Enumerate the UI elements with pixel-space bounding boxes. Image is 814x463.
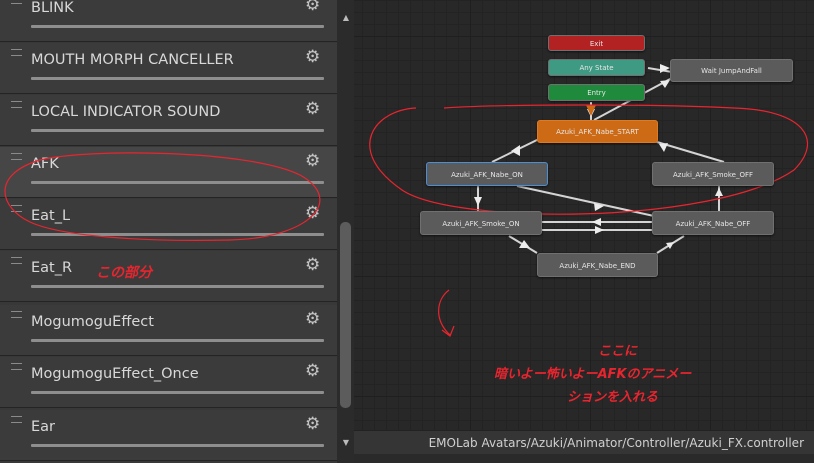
- transition-arrow-icon: [511, 145, 520, 156]
- controller-path-bar: EMOLab Avatars/Azuki/Animator/Controller…: [354, 430, 814, 455]
- gear-icon[interactable]: ⚙: [305, 363, 320, 380]
- layer-row-ear[interactable]: Ear ⚙: [0, 410, 337, 461]
- layer-name: Eat_R: [31, 260, 73, 276]
- weight-slider[interactable]: [31, 233, 324, 236]
- annotation-this-part: この部分: [96, 265, 152, 281]
- gear-icon[interactable]: ⚙: [305, 49, 320, 66]
- weight-slider[interactable]: [31, 25, 324, 28]
- layer-name: BLINK: [31, 0, 74, 16]
- drag-handle-icon[interactable]: [11, 416, 22, 423]
- annotation-arrow: [438, 289, 455, 337]
- weight-slider[interactable]: [31, 181, 324, 184]
- drag-handle-icon[interactable]: [11, 363, 22, 370]
- layer-name: Eat_L: [31, 208, 71, 224]
- weight-slider[interactable]: [31, 444, 324, 447]
- layer-row-afk[interactable]: AFK ⚙: [0, 147, 337, 198]
- layer-name: MogumoguEffect: [31, 314, 154, 330]
- transition-line[interactable]: [646, 138, 725, 163]
- layer-row-blink[interactable]: BLINK ⚙: [0, 0, 337, 42]
- weight-slider[interactable]: [31, 129, 324, 132]
- bottom-strip: [354, 454, 814, 463]
- layer-row-mogumogueffect-once[interactable]: MogumoguEffect_Once ⚙: [0, 357, 337, 408]
- transition-arrow-icon: [474, 197, 482, 206]
- state-wait-jump-and-fall[interactable]: Wait JumpAndFall: [670, 59, 793, 82]
- layer-row-mogumogueffect[interactable]: MogumoguEffect ⚙: [0, 305, 337, 356]
- gear-icon[interactable]: ⚙: [305, 311, 320, 328]
- drag-handle-icon[interactable]: [11, 257, 22, 264]
- annotation-here-line1: ここに: [598, 344, 638, 359]
- transition-arrow-icon: [592, 218, 601, 226]
- drag-handle-icon[interactable]: [11, 205, 22, 212]
- state-afk-smoke-on[interactable]: Azuki_AFK_Smoke_ON: [420, 211, 542, 235]
- transition-arrow-icon: [659, 143, 668, 152]
- drag-handle-icon[interactable]: [11, 153, 22, 160]
- annotation-here-line2: 暗いよー怖いよーAFKのアニメー: [494, 367, 692, 382]
- layer-name: AFK: [31, 156, 59, 172]
- gear-icon[interactable]: ⚙: [305, 101, 320, 118]
- weight-slider[interactable]: [31, 391, 324, 394]
- annotation-here-line3: ションを入れる: [567, 390, 659, 405]
- state-exit[interactable]: Exit: [548, 35, 645, 51]
- weight-slider[interactable]: [31, 285, 324, 288]
- scroll-down-arrow-icon[interactable]: ▼: [341, 438, 351, 447]
- drag-handle-icon[interactable]: [11, 311, 22, 318]
- state-afk-nabe-end[interactable]: Azuki_AFK_Nabe_END: [537, 253, 658, 277]
- gear-icon[interactable]: ⚙: [305, 205, 320, 222]
- gear-icon[interactable]: ⚙: [305, 257, 320, 274]
- entry-marker-icon: [586, 105, 596, 116]
- state-afk-smoke-off[interactable]: Azuki_AFK_Smoke_OFF: [652, 162, 774, 186]
- gear-icon[interactable]: ⚙: [305, 416, 320, 433]
- layer-row-eat-l[interactable]: Eat_L ⚙: [0, 199, 337, 250]
- weight-slider[interactable]: [31, 77, 324, 80]
- state-any-state[interactable]: Any State: [548, 59, 645, 76]
- transition-arrow-icon: [715, 188, 723, 196]
- layer-row-mouth-morph-canceller[interactable]: MOUTH MORPH CANCELLER ⚙: [0, 43, 337, 94]
- controller-path: EMOLab Avatars/Azuki/Animator/Controller…: [428, 436, 804, 450]
- scroll-up-arrow-icon[interactable]: ▲: [341, 13, 351, 22]
- layer-name: MogumoguEffect_Once: [31, 366, 199, 382]
- layer-name: MOUTH MORPH CANCELLER: [31, 52, 234, 68]
- transition-arrow-icon: [595, 226, 604, 234]
- state-entry[interactable]: Entry: [548, 84, 645, 101]
- layer-row-eat-r[interactable]: Eat_R ⚙: [0, 251, 337, 302]
- layer-row-local-indicator-sound[interactable]: LOCAL INDICATOR SOUND ⚙: [0, 95, 337, 146]
- state-afk-nabe-start[interactable]: Azuki_AFK_Nabe_START: [537, 120, 658, 143]
- layer-name: Ear: [31, 419, 56, 435]
- gear-icon[interactable]: ⚙: [305, 153, 320, 170]
- drag-handle-icon[interactable]: [11, 49, 22, 56]
- drag-handle-icon[interactable]: [11, 0, 22, 4]
- layers-panel: BLINK ⚙ MOUTH MORPH CANCELLER ⚙ LOCAL IN…: [0, 0, 354, 463]
- layers-scrollbar-thumb[interactable]: [340, 222, 351, 408]
- state-afk-nabe-on[interactable]: Azuki_AFK_Nabe_ON: [426, 162, 548, 186]
- state-afk-nabe-off[interactable]: Azuki_AFK_Nabe_OFF: [652, 211, 774, 235]
- drag-handle-icon[interactable]: [11, 101, 22, 108]
- weight-slider[interactable]: [31, 339, 324, 342]
- gear-icon[interactable]: ⚙: [305, 0, 320, 14]
- layer-name: LOCAL INDICATOR SOUND: [31, 104, 221, 120]
